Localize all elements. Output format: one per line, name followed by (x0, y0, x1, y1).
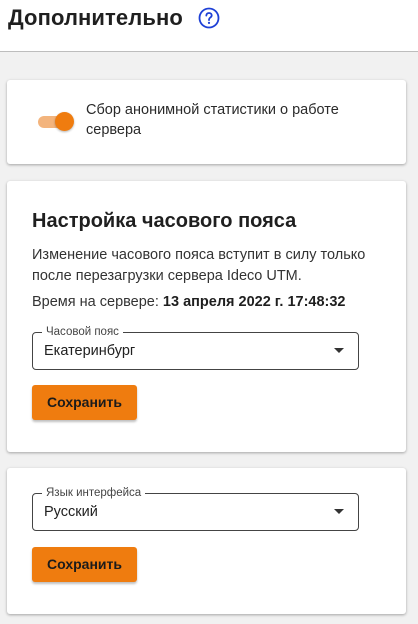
page-header: Дополнительно (0, 0, 418, 52)
server-time-label: Время на сервере: (32, 294, 159, 310)
statistics-toggle-label: Сбор анонимной статистики о работе серве… (86, 102, 339, 138)
dropdown-arrow-icon (334, 509, 344, 514)
statistics-card: Сбор анонимной статистики о работе серве… (7, 80, 406, 164)
language-select-legend: Язык интерфейса (42, 486, 146, 500)
dropdown-arrow-icon (334, 348, 344, 353)
language-select[interactable]: Язык интерфейса Русский (32, 486, 359, 531)
server-time-value: 13 апреля 2022 г. 17:48:32 (162, 294, 346, 310)
language-card: Язык интерфейса Русский Сохранить (7, 468, 406, 614)
toggle-thumb (55, 112, 74, 131)
language-select-value: Русский (44, 504, 98, 520)
timezone-select-value: Екатеринбург (44, 343, 136, 359)
help-circle-icon[interactable] (198, 7, 220, 29)
timezone-save-button[interactable]: Сохранить (32, 385, 137, 420)
page-title: Дополнительно (8, 5, 183, 30)
timezone-note: Изменение часового пояса вступит в силу … (32, 247, 366, 284)
statistics-toggle[interactable] (38, 112, 74, 132)
timezone-card: Настройка часового пояса Изменение часов… (7, 181, 406, 452)
timezone-select[interactable]: Часовой пояс Екатеринбург (32, 325, 359, 370)
timezone-select-legend: Часовой пояс (42, 325, 123, 339)
language-save-button[interactable]: Сохранить (32, 547, 137, 582)
server-time: Время на сервере: 13 апреля 2022 г. 17:4… (32, 292, 346, 312)
timezone-card-title: Настройка часового пояса (32, 210, 297, 232)
